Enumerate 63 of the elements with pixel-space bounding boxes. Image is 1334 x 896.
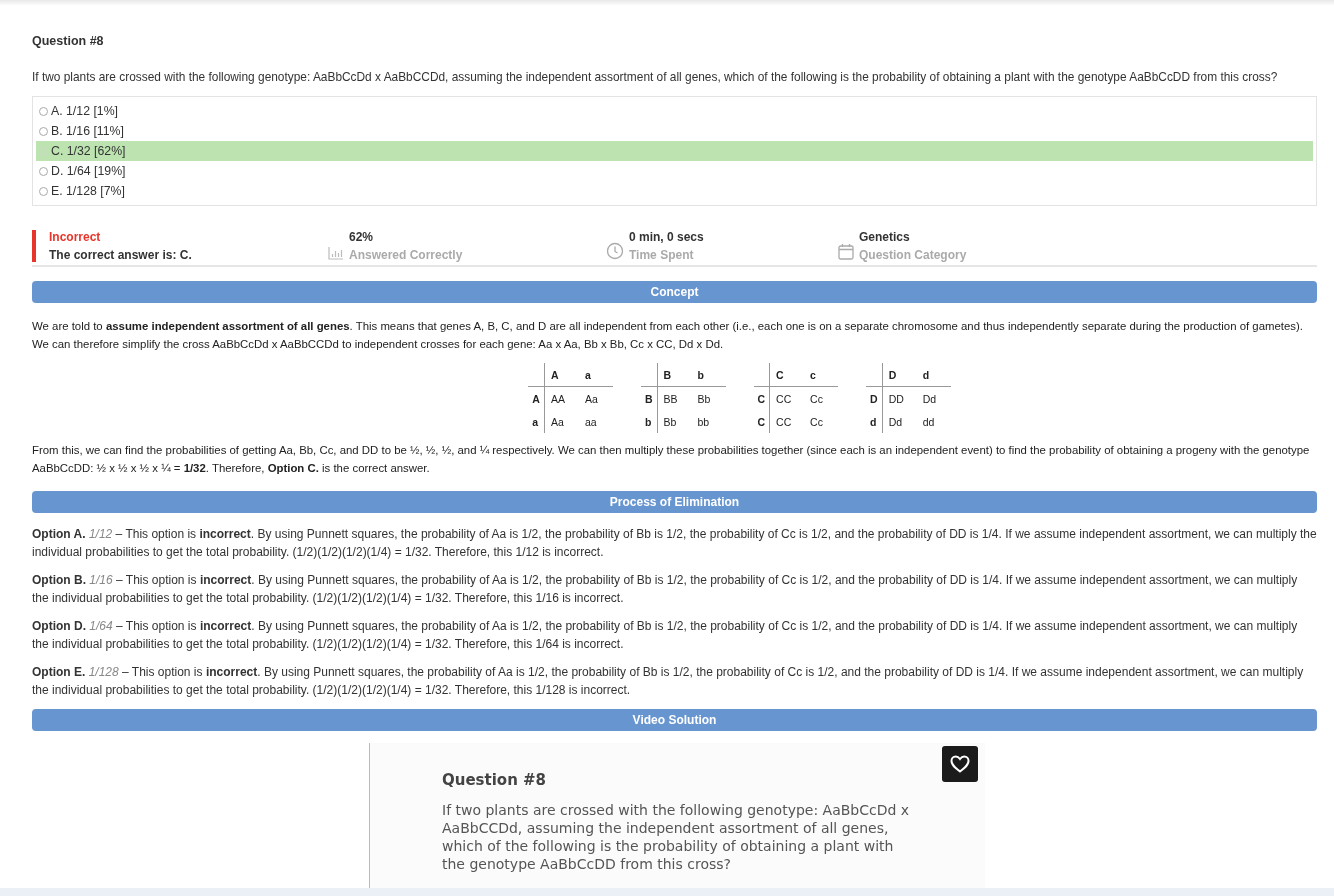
correct-answer-note: The correct answer is: C. (49, 248, 193, 262)
clock-icon (606, 242, 624, 260)
stat-value: 0 min, 0 secs (629, 230, 704, 244)
punnett-cell: CC (769, 410, 805, 433)
punnett-cell: DD (882, 386, 917, 410)
section-header: Concept (32, 281, 1317, 303)
punnett-header: D (882, 363, 917, 387)
punnett-header: C (769, 363, 805, 387)
video-question-text: If two plants are crossed with the following genotype: AaBbCcDd x AaBbCCDd, assuming the independent assortment of all genes, which of the following is the probability of obtaining a plant with the genotype AaBbCcDD from this cross? (442, 801, 911, 873)
concept-paragraph: From this, we can find the probabilities of getting Aa, Bb, Cc, and DD to be ½, ½, ½, and ¼ respectively. We can then multiply these probabilities together (since each is an independent event) to find the probability of obtaining a progeny with the genotype AaBbCcDD: ½ x ½ x ½ x ¼ = 1/32. Therefore, Option C. is the correct answer. (32, 443, 1311, 476)
stat-value: 62% (349, 230, 375, 244)
punnett-row-label: d (866, 410, 883, 433)
punnett-cell: BB (657, 386, 692, 410)
punnett-header: c (804, 363, 839, 387)
punnett-row-label: C (753, 386, 770, 410)
answer-choice[interactable]: A. 1/12 [1%] (36, 101, 1313, 121)
bar-chart-icon (328, 246, 344, 260)
punnett-row-label: C (753, 410, 770, 433)
punnett-row-label: B (640, 386, 657, 410)
punnett-header: B (657, 363, 692, 387)
punnett-row-label: D (866, 386, 883, 410)
punnett-cell: Aa (544, 410, 579, 433)
punnett-row-label: A (528, 386, 545, 410)
punnett-cell: Bb (657, 410, 692, 433)
punnett-row-label: b (640, 410, 657, 433)
punnett-header: b (691, 363, 726, 387)
option-explanation: Option A. 1/12 – This option is incorrect. By using Punnett squares, the probability of Aa is 1/2, the probability of Bb is 1/2, the probability of Cc is 1/2, and the probability of DD is 1/4. If we assume independent assortment, we can multiply the individual probabilities to get the total probability. (1/2)(1/2)(1/2)(1/4) = 1/32. Therefore, this 1/12 is incorrect. (32, 526, 1317, 561)
punnett-cell: Dd (882, 410, 917, 433)
punnett-header: A (544, 363, 579, 387)
punnett-cell: Aa (578, 386, 613, 410)
punnett-row-label: a (528, 410, 545, 433)
section-header: Video Solution (32, 709, 1317, 731)
answer-choice[interactable]: E. 1/128 [7%] (36, 181, 1313, 201)
punnett-cell: Dd (916, 386, 951, 410)
favorite-button[interactable] (942, 746, 978, 782)
heart-icon (950, 755, 970, 773)
result-status: Incorrect (49, 230, 102, 244)
stat-label: Answered Correctly (349, 248, 463, 262)
punnett-cell: Cc (804, 386, 839, 410)
option-explanation: Option B. 1/16 – This option is incorrect. By using Punnett squares, the probability of Aa is 1/2, the probability of Bb is 1/2, the probability of Cc is 1/2, and the probability of DD is 1/4. If we assume independent assortment, we can multiply the individual probabilities to get the total probability. (1/2)(1/2)(1/2)(1/4) = 1/32. Therefore, this 1/16 is incorrect. (32, 572, 1299, 607)
stat-value: Genetics (859, 230, 911, 244)
punnett-cell-text: aa (583, 414, 598, 430)
punnett-cell-text: bb (696, 414, 711, 430)
answer-choice[interactable]: C. 1/32 [62%] (36, 141, 1313, 161)
stat-label: Time Spent (629, 248, 695, 262)
punnett-cell-text: dd (921, 414, 936, 430)
question-text: If two plants are crossed with the following genotype: AaBbCcDd x AaBbCCDd, assuming the independent assortment of all genes, which of the following is the probability of obtaining a plant with the genotype AaBbCcDD from this cross? (32, 70, 1279, 84)
concept-paragraph: We are told to assume independent assortment of all genes. This means that genes A, B, C, and D are all independent from each other (i.e., each one is on a separate chromosome and thus independently separate during the production of gametes). We can therefore simplify the cross AaBbCcDd x AaBbCCDd to independent crosses for each gene: Aa x Aa, Bb x Bb, Cc x CC, Dd x Dd. (32, 319, 1304, 352)
answer-choice[interactable]: B. 1/16 [11%] (36, 121, 1313, 141)
punnett-cell: Bb (691, 386, 726, 410)
answer-choice[interactable]: D. 1/64 [19%] (36, 161, 1313, 181)
punnett-header: a (578, 363, 613, 387)
punnett-cell: CC (769, 386, 805, 410)
question-title: Question #8 (32, 34, 105, 48)
stat-label: Question Category (859, 248, 967, 262)
calendar-icon (838, 243, 854, 260)
section-header: Process of Elimination (32, 491, 1317, 513)
punnett-cell-text: Cc (809, 414, 824, 430)
option-explanation: Option E. 1/128 – This option is incorrect. By using Punnett squares, the probability of Aa is 1/2, the probability of Bb is 1/2, the probability of Cc is 1/2, and the probability of DD is 1/4. If we assume independent assortment, we can multiply the individual probabilities to get the total probability. (1/2)(1/2)(1/2)(1/4) = 1/32. Therefore, this 1/128 is incorrect. (32, 664, 1305, 699)
punnett-header: d (916, 363, 951, 387)
option-explanation: Option D. 1/64 – This option is incorrect. By using Punnett squares, the probability of Aa is 1/2, the probability of Bb is 1/2, the probability of Cc is 1/2, and the probability of DD is 1/4. If we assume independent assortment, we can multiply the individual probabilities to get the total probability. (1/2)(1/2)(1/2)(1/4) = 1/32. Therefore, this 1/64 is incorrect. (32, 618, 1299, 653)
punnett-cell: AA (544, 386, 579, 410)
video-question-title: Question #8 (442, 771, 548, 789)
